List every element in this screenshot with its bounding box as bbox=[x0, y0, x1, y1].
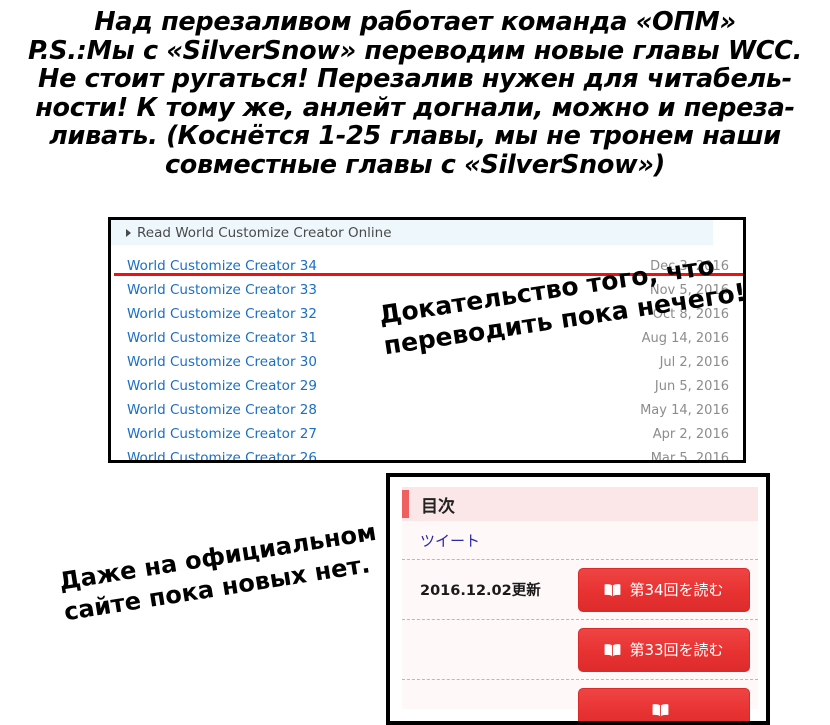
tweet-link-row[interactable]: ツイート bbox=[402, 521, 758, 559]
japanese-toc-header: 目次 bbox=[402, 487, 758, 521]
chapter-date: Aug 14, 2016 bbox=[641, 330, 729, 346]
chapter-date: Jul 2, 2016 bbox=[659, 354, 729, 370]
chapter-date: Jun 5, 2016 bbox=[654, 378, 729, 394]
list-item: 2016.12.02更新 第34回を読む bbox=[402, 559, 758, 619]
read-chapter-button-label: 第34回を読む bbox=[629, 581, 724, 599]
chapter-link[interactable]: World Customize Creator 31 bbox=[127, 330, 317, 346]
chapter-link[interactable]: World Customize Creator 29 bbox=[127, 378, 317, 394]
read-chapter-button[interactable]: 第33回を読む bbox=[578, 627, 750, 672]
official-site-annotation-text: Даже на официальном сайте пока новых нет… bbox=[57, 517, 379, 627]
japanese-toc-inner: 目次 ツイート 2016.12.02更新 第34回を読む 第33回を読む bbox=[402, 487, 758, 721]
chapter-link[interactable]: World Customize Creator 28 bbox=[127, 402, 317, 418]
list-item bbox=[402, 679, 758, 721]
table-row[interactable]: World Customize Creator 29 Jun 5, 2016 bbox=[111, 374, 743, 398]
chapter-link[interactable]: World Customize Creator 32 bbox=[127, 306, 317, 322]
announcement-text: Над перезаливом работает команда «ОПМ» P… bbox=[28, 7, 802, 180]
updated-date: 2016.12.02更新 bbox=[420, 583, 541, 599]
chapter-list-header[interactable]: Read World Customize Creator Online bbox=[111, 220, 713, 245]
list-item: 第33回を読む bbox=[402, 619, 758, 679]
japanese-toc-panel: 目次 ツイート 2016.12.02更新 第34回を読む 第33回を読む bbox=[386, 473, 770, 725]
accent-bar bbox=[402, 490, 409, 518]
chapter-link[interactable]: World Customize Creator 27 bbox=[127, 426, 317, 442]
japanese-toc-title: 目次 bbox=[421, 496, 455, 517]
read-chapter-button-label: 第33回を読む bbox=[629, 641, 724, 659]
table-row[interactable]: World Customize Creator 27 Apr 2, 2016 bbox=[111, 422, 743, 446]
chapter-list-header-label: Read World Customize Creator Online bbox=[137, 224, 392, 241]
chapter-date: May 14, 2016 bbox=[640, 402, 729, 418]
chapter-link[interactable]: World Customize Creator 26 bbox=[127, 450, 317, 460]
book-icon bbox=[652, 703, 669, 717]
tweet-link[interactable]: ツイート bbox=[420, 530, 480, 551]
table-row[interactable]: World Customize Creator 28 May 14, 2016 bbox=[111, 398, 743, 422]
book-icon bbox=[604, 583, 621, 597]
chapter-link[interactable]: World Customize Creator 33 bbox=[127, 282, 317, 298]
chapter-date: Mar 5, 2016 bbox=[650, 450, 729, 463]
chapter-date: Apr 2, 2016 bbox=[652, 426, 729, 442]
read-chapter-button[interactable]: 第34回を読む bbox=[578, 567, 750, 612]
chapter-link[interactable]: World Customize Creator 30 bbox=[127, 354, 317, 370]
book-icon bbox=[604, 643, 621, 657]
table-row[interactable]: World Customize Creator 26 Mar 5, 2016 bbox=[111, 446, 743, 463]
triangle-right-icon bbox=[126, 228, 131, 237]
chapter-link[interactable]: World Customize Creator 34 bbox=[127, 258, 317, 274]
read-chapter-button[interactable] bbox=[578, 688, 750, 721]
